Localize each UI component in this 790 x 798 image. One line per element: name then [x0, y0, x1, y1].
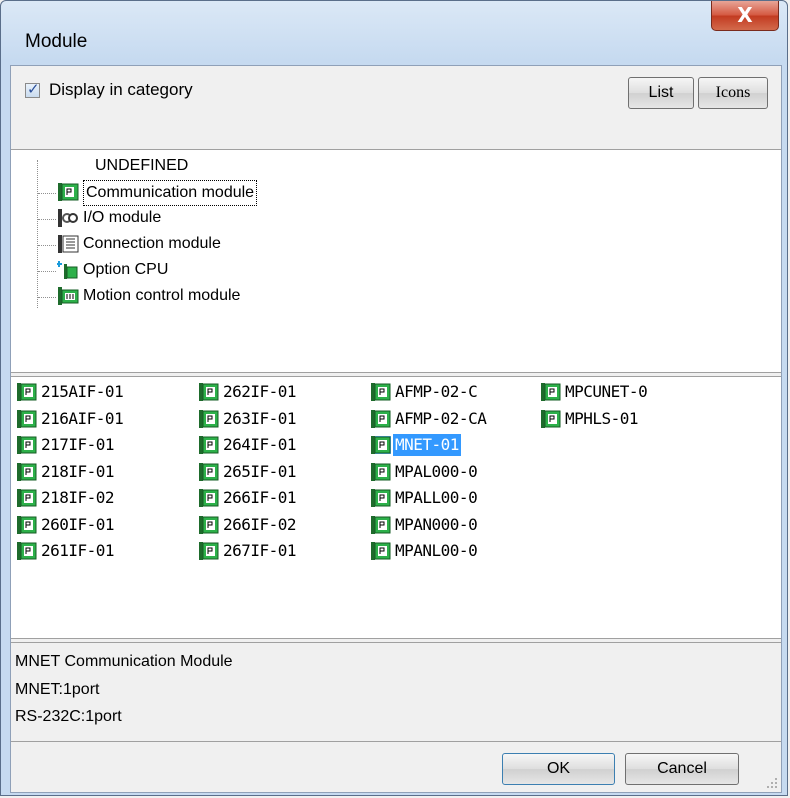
module-item-label: MPAN000-0: [395, 514, 478, 534]
tree-connector-line: [38, 297, 56, 298]
close-button[interactable]: X: [711, 1, 779, 31]
module-item-label: 266IF-02: [223, 514, 297, 534]
communication-module-icon: [17, 436, 37, 454]
communication-module-icon: [17, 462, 37, 481]
resize-grip-icon[interactable]: [766, 777, 778, 789]
tree-item-label: I/O module: [83, 209, 162, 226]
description-line: MNET Communication Module: [15, 653, 233, 670]
communication-module-icon: [199, 409, 219, 428]
communication-module-icon: [371, 542, 391, 560]
tree-connector-line: [37, 160, 38, 308]
module-item-label: MPHLS-01: [565, 408, 639, 428]
option-cpu-icon: [57, 261, 78, 279]
module-item-label: AFMP-02-CA: [395, 408, 487, 428]
communication-module-icon: [541, 409, 561, 428]
communication-module-icon: [199, 383, 219, 401]
display-in-category-checkbox[interactable]: ✓: [25, 80, 40, 98]
communication-module-icon: [17, 542, 37, 560]
title-bar[interactable]: Module X: [1, 1, 787, 61]
tree-item-label: Motion control module: [83, 287, 241, 304]
module-item-label: MPANL00-0: [395, 541, 478, 560]
communication-module-icon: [371, 409, 391, 428]
tree-item-label: Communication module: [83, 180, 258, 206]
list-view-button[interactable]: List: [628, 77, 694, 109]
tree-connector-line: [38, 245, 56, 246]
connection-module-icon: [58, 235, 79, 253]
communication-module-icon: [541, 383, 561, 401]
tree-item-label: Connection module: [83, 235, 221, 252]
dialog-title: Module: [25, 31, 88, 52]
communication-module-icon: [371, 462, 391, 481]
checkmark-icon: ✓: [27, 80, 40, 98]
communication-module-icon: [17, 515, 37, 534]
module-item-label: 218IF-02: [41, 488, 115, 507]
module-item-label: AFMP-02-C: [395, 382, 478, 401]
module-item-label: 217IF-01: [41, 435, 115, 454]
tree-connector-line: [38, 271, 56, 272]
module-item-label: 261IF-01: [41, 541, 115, 560]
description-line: MNET:1port: [15, 681, 100, 698]
module-item-label: 266IF-01: [223, 488, 297, 507]
tree-connector-line: [38, 219, 56, 220]
icons-view-button[interactable]: Icons: [698, 77, 768, 109]
module-item-label: 216AIF-01: [41, 408, 124, 428]
communication-module-icon: [199, 515, 219, 534]
module-item-label: MPAL000-0: [395, 461, 478, 481]
tree-connector-line: [38, 193, 56, 194]
cancel-button[interactable]: Cancel: [625, 753, 739, 785]
module-description-panel: MNET Communication Module MNET:1port RS-…: [11, 642, 781, 742]
communication-module-icon: [199, 542, 219, 560]
description-line: RS-232C:1port: [15, 708, 122, 725]
module-item-label: 267IF-01: [223, 541, 297, 560]
options-bar: ✓ Display in category List Icons: [11, 66, 781, 149]
communication-module-icon: [17, 489, 37, 507]
module-item-label: MPCUNET-0: [565, 382, 648, 401]
dialog-client-area: ✓ Display in category List Icons UNDEFIN…: [10, 65, 782, 793]
motion-control-module-icon: [58, 287, 79, 305]
communication-module-icon: [371, 489, 391, 507]
tree-item-label: Option CPU: [83, 261, 169, 278]
communication-module-icon: [371, 515, 391, 534]
module-item-label: MPALL00-0: [395, 488, 478, 507]
module-item-label: MNET-01: [393, 434, 461, 456]
display-in-category-label[interactable]: Display in category: [49, 80, 193, 100]
communication-module-icon: [17, 383, 37, 401]
module-item-label: 215AIF-01: [41, 382, 124, 401]
ok-button[interactable]: OK: [502, 753, 615, 785]
communication-module-icon: [17, 409, 37, 428]
io-module-icon: [58, 209, 78, 227]
communication-module-icon: [371, 383, 391, 401]
module-item-label: 265IF-01: [223, 461, 297, 481]
tree-item-label: UNDEFINED: [95, 157, 189, 174]
communication-module-icon: [199, 436, 219, 454]
module-item-label: 264IF-01: [223, 435, 297, 454]
module-item-label: 260IF-01: [41, 514, 115, 534]
communication-module-icon: [199, 462, 219, 481]
communication-module-icon: [199, 489, 219, 507]
communication-module-icon: [58, 183, 79, 201]
communication-module-icon: [371, 436, 391, 454]
module-dialog: Module X ✓ Display in category List Icon…: [0, 0, 788, 796]
module-list[interactable]: 215AIF-01 216AIF-01 217IF-01 218IF-01 218IF-…: [11, 376, 781, 639]
module-item-label: 263IF-01: [223, 408, 297, 428]
module-item-label: 262IF-01: [223, 382, 297, 401]
category-tree[interactable]: UNDEFINED Communication module I/O modul…: [11, 149, 781, 373]
module-item-label: 218IF-01: [41, 461, 115, 481]
